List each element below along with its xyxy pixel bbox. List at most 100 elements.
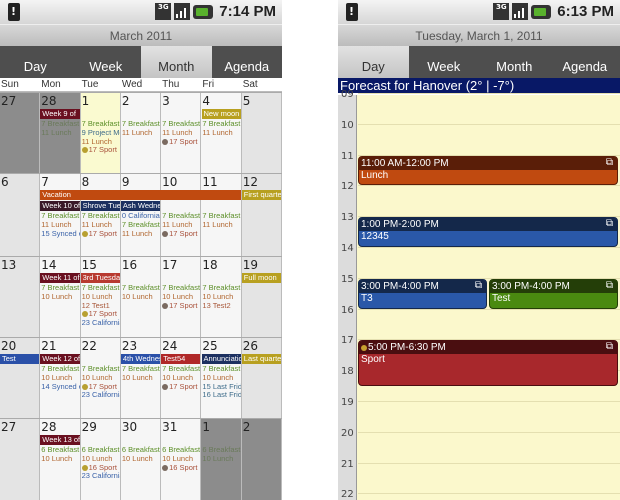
day-cell[interactable]: 1 6 Breakfast 10 Lunch <box>201 419 242 500</box>
day-events: 7 Breakfast 10 Lunch 12 Test1 17 Sport 23 Ca… <box>81 284 120 328</box>
day-cell[interactable]: 4 7 Breakfast 11 Lunch <box>201 93 242 173</box>
all-day-event-banner[interactable]: Test54 <box>161 354 201 364</box>
all-day-event-banner[interactable]: Ash Wednesday <box>120 201 161 211</box>
day-cell[interactable]: 8 7 Breakfast 11 Lunch 17 Sport <box>80 174 121 256</box>
all-day-event-banner[interactable]: Test <box>0 354 40 364</box>
day-events: 0 California 17 Breakfast11 Lunch <box>122 212 160 238</box>
event-block[interactable]: 3:00 PM-4:00 PM ⧉ Test <box>489 278 618 309</box>
open-event-icon[interactable]: ⧉ <box>606 341 613 353</box>
all-day-event-banner[interactable]: Week 11 of <box>40 273 80 283</box>
day-cell[interactable]: 30 6 Breakfast 10 Lunch <box>120 419 162 500</box>
day-cell[interactable]: 9 0 California 17 Breakfast11 Lunch <box>120 174 162 256</box>
open-event-icon[interactable]: ⧉ <box>606 280 613 292</box>
month-grid: 27 28 7 Breakfast 11 Lunch 1 7 Breakfast 9 Pro… <box>0 92 282 500</box>
day-cell[interactable]: 29 6 Breakfast 10 Lunch 16 Sport 23 Californ… <box>80 419 121 500</box>
event-item[interactable]: 17 Sport <box>162 301 200 311</box>
event-item[interactable]: 10 Lunch <box>41 292 79 302</box>
day-cell[interactable]: 2 7 Breakfast 11 Lunch <box>120 93 162 173</box>
event-item[interactable]: 10 Lunch <box>202 454 240 464</box>
all-day-event-banner[interactable]: 3rd Tuesday <box>80 273 120 283</box>
open-event-icon[interactable]: ⧉ <box>606 218 613 230</box>
day-cell[interactable]: 22 7 Breakfast 10 Lunch 17 Sport 23 Californ… <box>80 338 121 418</box>
tab-month[interactable]: Month <box>479 46 550 78</box>
day-cell[interactable]: 3 7 Breakfast 11 Lunch 17 Sport <box>161 93 202 173</box>
tab-week[interactable]: Week <box>71 46 142 78</box>
event-item[interactable]: 14 Synced e <box>41 382 79 392</box>
day-cell[interactable]: 28 7 Breakfast 11 Lunch <box>40 93 81 173</box>
event-item[interactable]: 11 Lunch <box>122 229 160 239</box>
event-item[interactable]: 17 Sport <box>81 145 120 155</box>
day-cell[interactable]: 10 7 Breakfast 11 Lunch 17 Sport <box>161 174 202 256</box>
all-day-event-banner[interactable]: Week 9 of <box>40 109 80 119</box>
event-item[interactable]: 23 California <box>82 390 120 400</box>
event-block[interactable]: 1:00 PM-2:00 PM ⧉ 12345 <box>358 217 618 247</box>
tab-month[interactable]: Month <box>141 46 212 78</box>
day-cell[interactable]: 14 7 Breakfast 10 Lunch <box>40 257 81 337</box>
weather-forecast-bar[interactable]: Forecast for Hanover (2° | -7°) <box>338 78 620 93</box>
day-cell[interactable]: 24 7 Breakfast 10 Lunch 17 Sport <box>161 338 202 418</box>
event-item[interactable]: 15 Synced e <box>41 229 79 239</box>
day-cell[interactable]: 18 7 Breakfast 10 Lunch 13 Test2 <box>201 257 242 337</box>
all-day-event-banner[interactable]: New moon <box>201 109 241 119</box>
day-cell[interactable]: 21 7 Breakfast 10 Lunch 14 Synced e <box>40 338 81 418</box>
event-block[interactable]: 3:00 PM-4:00 PM ⧉ T3 <box>358 278 487 309</box>
day-cell[interactable]: 31 6 Breakfast 10 Lunch 16 Sport <box>161 419 202 500</box>
event-item[interactable]: 16 Last Frida <box>202 390 240 400</box>
day-cell[interactable]: 6 <box>0 174 41 256</box>
event-item[interactable]: 11 Lunch <box>41 128 79 138</box>
event-item[interactable]: 10 Lunch <box>122 373 160 383</box>
open-event-icon[interactable]: ⧉ <box>475 280 482 292</box>
all-day-event-banner[interactable]: Week 10 of <box>40 201 80 211</box>
event-item[interactable]: 17 Sport <box>162 229 200 239</box>
event-item[interactable]: 13 Test2 <box>202 301 240 311</box>
event-item[interactable]: 11 Lunch <box>202 128 240 138</box>
event-item[interactable]: 23 California <box>82 318 120 328</box>
all-day-event-banner[interactable]: Week 12 of <box>40 354 80 364</box>
event-item[interactable]: 11 Lunch <box>122 128 160 138</box>
day-cell[interactable]: 20 <box>0 338 41 418</box>
event-item[interactable]: 10 Lunch <box>41 454 79 464</box>
event-item[interactable]: 16 Sport <box>162 463 200 473</box>
open-event-icon[interactable]: ⧉ <box>606 157 613 169</box>
event-item[interactable]: 17 Sport <box>162 137 200 147</box>
event-item[interactable]: 10 Lunch <box>122 292 160 302</box>
event-item[interactable]: 17 Sport <box>162 382 200 392</box>
day-cell[interactable]: 12 <box>241 174 282 256</box>
tab-day[interactable]: Day <box>338 46 409 78</box>
day-cell[interactable]: 23 7 Breakfast 10 Lunch <box>120 338 162 418</box>
event-item[interactable]: 23 California <box>82 471 120 481</box>
day-cell[interactable]: 1 7 Breakfast 9 Project Me 11 Lunch 17 Sport <box>80 93 121 173</box>
all-day-event-banner[interactable]: First quarter <box>241 190 282 200</box>
day-cell[interactable]: 27 <box>0 419 41 500</box>
tab-week[interactable]: Week <box>409 46 480 78</box>
tab-day[interactable]: Day <box>0 46 71 78</box>
event-item[interactable]: 11 Lunch <box>202 220 240 230</box>
all-day-event-banner[interactable]: Last quarter <box>241 354 282 364</box>
day-cell[interactable]: 11 7 Breakfast 11 Lunch <box>201 174 242 256</box>
day-cell[interactable]: 27 <box>0 93 41 173</box>
day-cell[interactable]: 28 6 Breakfast 10 Lunch <box>40 419 81 500</box>
day-cell[interactable]: 16 7 Breakfast 10 Lunch <box>120 257 162 337</box>
day-cell[interactable]: 2 <box>241 419 282 500</box>
all-day-event-banner[interactable]: 4th Wednesday <box>120 354 161 364</box>
tab-agenda[interactable]: Agenda <box>550 46 620 78</box>
day-cell[interactable]: 13 <box>0 257 41 337</box>
all-day-event-banner[interactable]: Annunciation <box>201 354 241 364</box>
all-day-event-banner[interactable]: Shrove Tuesday <box>80 201 120 211</box>
event-item[interactable]: 10 Lunch <box>122 454 160 464</box>
day-cell[interactable]: 15 7 Breakfast 10 Lunch 12 Test1 17 Sport 23 … <box>80 257 121 337</box>
tab-agenda[interactable]: Agenda <box>212 46 283 78</box>
event-item[interactable]: 17 Sport <box>81 229 120 239</box>
day-timeline[interactable]: 09 10 11 12 13 14 15 16 17 18 19 20 21 22 11:00 AM-12:… <box>338 89 620 500</box>
day-cell[interactable]: 19 <box>241 257 282 337</box>
event-block[interactable]: 11:00 AM-12:00 PM ⧉ Lunch <box>358 155 618 186</box>
day-cell[interactable]: 5 <box>241 93 282 173</box>
all-day-event-banner[interactable]: Vacation <box>40 190 241 200</box>
day-cell[interactable]: 25 7 Breakfast10 Lunch15 Last Frida16 Las… <box>201 338 242 418</box>
day-cell[interactable]: 7 7 Breakfast 11 Lunch 15 Synced e <box>40 174 81 256</box>
all-day-event-banner[interactable]: Full moon <box>241 273 282 283</box>
day-cell[interactable]: 26 <box>241 338 282 418</box>
event-block[interactable]: 5:00 PM-6:30 PM ⧉ Sport <box>358 340 618 386</box>
day-cell[interactable]: 17 7 Breakfast 10 Lunch 17 Sport <box>161 257 202 337</box>
all-day-event-banner[interactable]: Week 13 of <box>40 435 80 445</box>
